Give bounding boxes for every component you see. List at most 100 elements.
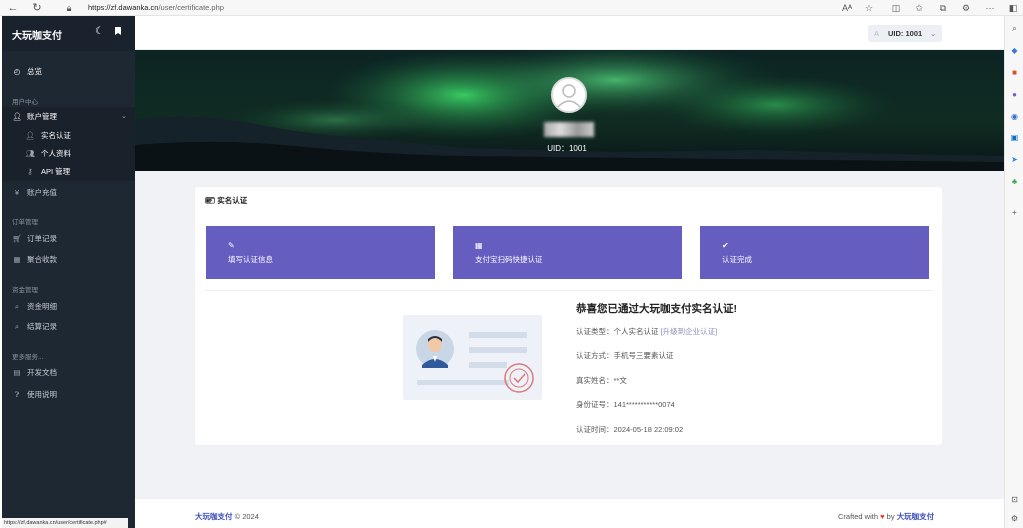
- tree-icon[interactable]: ♣: [1008, 175, 1021, 188]
- favorites-icon[interactable]: ✩: [912, 1, 926, 15]
- profile-banner: UID：1001: [135, 50, 1004, 171]
- extensions-icon[interactable]: ⚙: [959, 1, 973, 15]
- sidebar-item-profile[interactable]: 👥︎ 个人资料: [2, 145, 135, 163]
- sidebar-item-account[interactable]: 👤︎ 账户管理 ⌄: [2, 107, 135, 127]
- sidebar-item-orders[interactable]: 🛒︎ 订单记录: [2, 229, 135, 249]
- lock-icon[interactable]: 🔒︎: [62, 1, 76, 15]
- cert-name: 真实姓名：**文: [576, 376, 627, 385]
- user-avatar-icon: [557, 84, 581, 108]
- briefcase-icon[interactable]: ■: [1008, 66, 1021, 79]
- step-complete: ✔ 认证完成: [700, 226, 929, 279]
- sidebar-item-docs[interactable]: ▤ 开发文档: [2, 363, 135, 383]
- section-more: 更多服务...: [12, 354, 44, 361]
- document-icon: ▤: [13, 368, 21, 377]
- status-bar-url: https://zf.dawanka.cn/user/certificate.p…: [2, 518, 128, 528]
- sidebar: 大玩咖支付 ☾ ◴ 总览 用户中心 👤︎ 账户管理 ⌄ 👤︎ 实名认证 👥︎ 个人资料 ⚷…: [2, 16, 135, 528]
- tag-icon[interactable]: ◆: [1008, 44, 1021, 57]
- more-icon[interactable]: ···: [983, 1, 997, 15]
- footer-year: © 2024: [234, 512, 259, 521]
- step-fill-info: ✎ 填写认证信息: [206, 226, 435, 279]
- brand-title: 大玩咖支付: [12, 31, 62, 42]
- main-content: 🪪︎ 实名认证 ✎ 填写认证信息 ▦ 支付宝扫码快捷认证 ✔ 认证完成 恭喜您已通过大…: [135, 171, 1004, 499]
- dark-mode-icon[interactable]: ☾: [95, 26, 104, 37]
- footer-copyright: 大玩咖支付 © 2024: [195, 511, 259, 522]
- sidebar-toggle-icon[interactable]: ◧: [1006, 1, 1020, 15]
- avatar: [551, 77, 587, 113]
- qr-grid-icon: ▦: [475, 241, 483, 250]
- card-title: 实名认证: [217, 196, 248, 205]
- refresh-icon[interactable]: ↻: [30, 1, 44, 15]
- sidebar-item-fund-detail[interactable]: ⌕ 资金明细: [2, 297, 135, 317]
- cart-icon: 🛒︎: [12, 234, 22, 243]
- card-header: 🪪︎ 实名认证: [205, 195, 247, 206]
- url-host: zf.dawanka.cn: [110, 3, 159, 12]
- cert-time: 认证时间：2024-05-18 22:09:02: [576, 425, 684, 434]
- people-icon[interactable]: ●: [1008, 88, 1021, 101]
- dashboard-icon: ◴: [13, 67, 21, 76]
- cube-icon[interactable]: ◉: [1008, 110, 1021, 123]
- section-order: 订单管理: [12, 219, 38, 226]
- sidebar-item-overview[interactable]: ◴ 总览: [2, 62, 135, 82]
- uid-avatar-text: A: [874, 29, 880, 38]
- upgrade-link[interactable]: [升级到企业认证]: [661, 327, 718, 336]
- bookmark-icon[interactable]: [114, 26, 122, 36]
- key-icon: ⚷: [27, 167, 33, 176]
- cert-idno: 身份证号：141***********0074: [576, 400, 675, 409]
- uid-label: UID: 1001: [888, 29, 923, 38]
- screen-icon[interactable]: ⊡: [1008, 493, 1021, 506]
- sidebar-item-help[interactable]: ❓︎ 使用说明: [2, 385, 135, 405]
- congrats-title: 恭喜您已通过大玩咖支付实名认证!: [576, 303, 737, 315]
- sidebar-item-api[interactable]: ⚷ API 管理: [2, 163, 135, 181]
- sidebar-brand: 大玩咖支付 ☾: [2, 16, 135, 51]
- cert-type-text: 认证类型：个人实名认证: [576, 327, 659, 336]
- search-icon[interactable]: ⌕: [1008, 22, 1021, 35]
- footer-brand-link-2[interactable]: 大玩咖支付: [897, 512, 935, 521]
- top-header: A UID: 1001 ⌄: [135, 16, 1004, 50]
- footer: 大玩咖支付 © 2024 Crafted with ♥ by 大玩咖支付: [135, 499, 1004, 528]
- check-circle-icon: ✔: [722, 241, 729, 250]
- send-icon[interactable]: ➤: [1008, 153, 1021, 166]
- divider: [205, 290, 932, 291]
- by-text: by: [886, 512, 895, 521]
- chevron-down-icon: ⌄: [930, 29, 937, 38]
- search-icon: ⌕: [14, 322, 20, 331]
- blurred-username: [544, 122, 594, 137]
- url-path: /user/certificate.php: [158, 3, 224, 12]
- id-card-icon: 🪪︎: [205, 196, 216, 205]
- add-icon[interactable]: +: [1008, 206, 1021, 219]
- user-icon: 👤︎: [12, 112, 22, 121]
- footer-credit: Crafted with ♥ by 大玩咖支付: [838, 511, 934, 522]
- step-alipay-scan: ▦ 支付宝扫码快捷认证: [453, 226, 682, 279]
- heart-icon: ♥: [880, 512, 885, 521]
- back-icon[interactable]: ←: [6, 1, 20, 15]
- collections-icon[interactable]: ⧉: [936, 1, 950, 15]
- outlook-icon[interactable]: ▣: [1008, 131, 1021, 144]
- edit-icon: ✎: [228, 241, 235, 250]
- user-check-icon: 👤︎: [25, 131, 35, 140]
- settings-gear-icon[interactable]: ⚙: [1008, 512, 1021, 525]
- read-aloud-icon[interactable]: Aᴬ: [840, 1, 854, 15]
- cert-type: 认证类型：个人实名认证 [升级到企业认证]: [576, 326, 717, 337]
- section-fund: 资金管理: [12, 287, 38, 294]
- cert-method: 认证方式：手机号三要素认证: [576, 351, 674, 360]
- section-user: 用户中心: [12, 99, 38, 106]
- footer-brand-link[interactable]: 大玩咖支付: [195, 512, 233, 521]
- sidebar-item-realname[interactable]: 👤︎ 实名认证: [2, 127, 135, 145]
- yen-icon: ¥: [14, 188, 20, 197]
- favorite-icon[interactable]: ☆: [862, 1, 876, 15]
- hero-uid: UID：1001: [547, 144, 587, 153]
- split-icon[interactable]: ◫: [889, 1, 903, 15]
- sidebar-item-recharge[interactable]: ¥ 账户充值: [2, 183, 135, 203]
- search-icon: ⌕: [14, 302, 20, 311]
- uid-dropdown[interactable]: A UID: 1001 ⌄: [868, 25, 942, 42]
- users-icon: 👥︎: [25, 149, 35, 158]
- browser-side-panel: ⌕ ◆ ■ ● ◉ ▣ ➤ ♣ + ⊡ ⚙: [1004, 16, 1023, 528]
- url-prefix: https://: [88, 3, 111, 12]
- browser-toolbar: ← ↻ 🔒︎ https://zf.dawanka.cn/user/certif…: [0, 0, 1023, 16]
- address-bar[interactable]: https://zf.dawanka.cn/user/certificate.p…: [88, 3, 224, 12]
- id-card-illustration: [403, 315, 542, 400]
- sidebar-item-aggregate[interactable]: ▦ 聚合收款: [2, 250, 135, 270]
- question-icon: ❓︎: [14, 390, 20, 399]
- certificate-card: 🪪︎ 实名认证 ✎ 填写认证信息 ▦ 支付宝扫码快捷认证 ✔ 认证完成 恭喜您已通过大…: [195, 187, 942, 445]
- sidebar-item-settle[interactable]: ⌕ 结算记录: [2, 317, 135, 337]
